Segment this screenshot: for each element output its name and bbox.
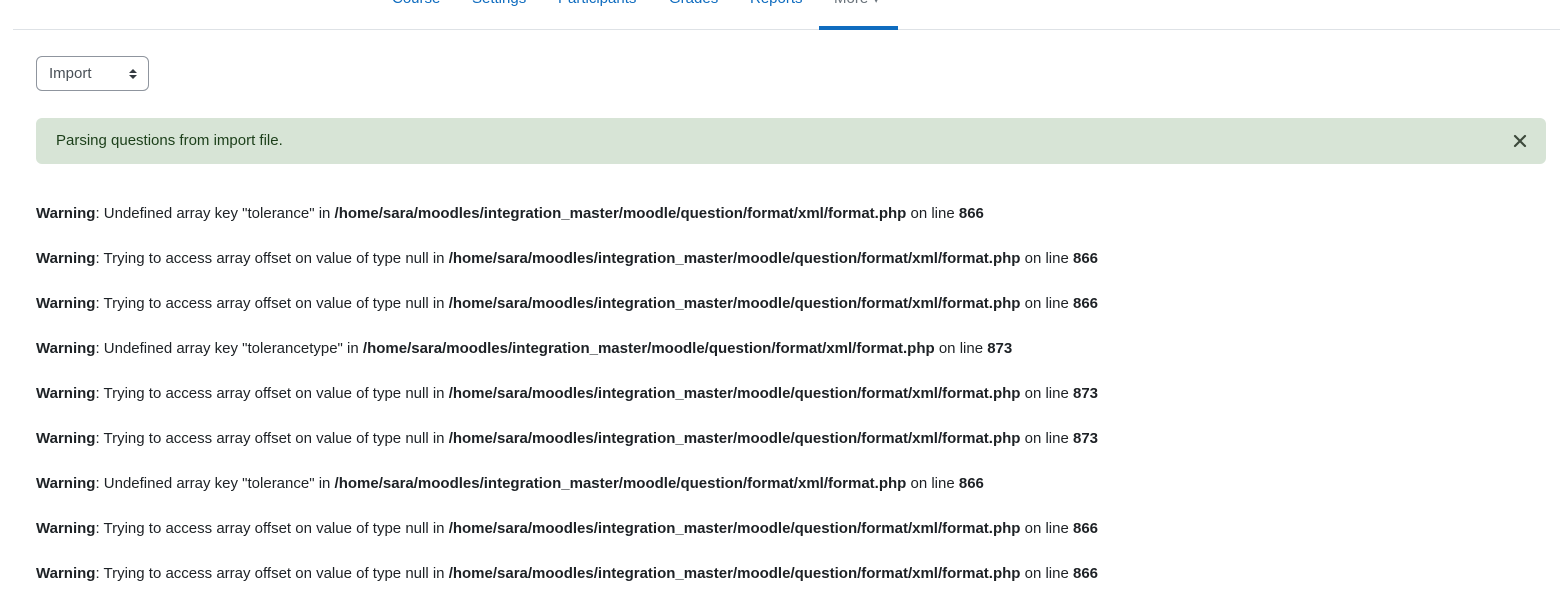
- warning-line-label: on line: [1020, 250, 1073, 267]
- warning-label: Warning: [36, 250, 96, 267]
- warning-message: Warning: Undefined array key "tolerance"…: [36, 474, 984, 494]
- warning-message: Warning: Trying to access array offset o…: [36, 294, 1098, 314]
- warning-line-number: 866: [1073, 295, 1099, 312]
- warning-line-label: on line: [906, 205, 959, 222]
- warning-line-number: 873: [1073, 385, 1099, 402]
- warning-file-path: /home/sara/moodles/integration_master/mo…: [448, 520, 1021, 537]
- warning-label: Warning: [36, 205, 96, 222]
- warning-text: : Trying to access array offset on value…: [95, 520, 449, 537]
- tab-more[interactable]: More ▾: [834, 0, 880, 9]
- warning-line-label: on line: [1020, 520, 1073, 537]
- warning-message: Warning: Undefined array key "tolerance"…: [36, 204, 984, 224]
- active-tab-indicator: [819, 26, 898, 30]
- warning-line-label: on line: [1020, 295, 1073, 312]
- warning-line-number: 866: [1073, 250, 1099, 267]
- tab-course[interactable]: Course: [392, 0, 440, 9]
- tab-participants[interactable]: Participants: [558, 0, 636, 9]
- warning-file-path: /home/sara/moodles/integration_master/mo…: [448, 250, 1021, 267]
- warning-message: Warning: Trying to access array offset o…: [36, 564, 1098, 584]
- warning-text: : Trying to access array offset on value…: [95, 250, 449, 267]
- warning-message: Warning: Undefined array key "tolerancet…: [36, 339, 1012, 359]
- warning-text: : Undefined array key "tolerance" in: [95, 205, 335, 222]
- warning-line-number: 866: [958, 205, 984, 222]
- warning-label: Warning: [36, 475, 96, 492]
- import-status-alert: Parsing questions from import file.: [36, 118, 1546, 164]
- warning-file-path: /home/sara/moodles/integration_master/mo…: [334, 205, 907, 222]
- warning-text: : Trying to access array offset on value…: [95, 430, 449, 447]
- warning-label: Warning: [36, 565, 96, 582]
- warning-label: Warning: [36, 520, 96, 537]
- warning-line-label: on line: [906, 475, 959, 492]
- warning-line-number: 873: [987, 340, 1013, 357]
- warning-message: Warning: Trying to access array offset o…: [36, 249, 1098, 269]
- warning-text: : Undefined array key "tolerance" in: [95, 475, 335, 492]
- warning-line-label: on line: [1020, 565, 1073, 582]
- warning-file-path: /home/sara/moodles/integration_master/mo…: [362, 340, 935, 357]
- warning-file-path: /home/sara/moodles/integration_master/mo…: [448, 565, 1021, 582]
- close-icon[interactable]: [1513, 134, 1527, 148]
- warning-line-number: 873: [1073, 430, 1099, 447]
- warning-text: : Trying to access array offset on value…: [95, 565, 449, 582]
- select-value: Import: [49, 65, 92, 82]
- warning-line-number: 866: [958, 475, 984, 492]
- warning-line-label: on line: [934, 340, 988, 357]
- warning-label: Warning: [36, 340, 96, 357]
- warning-label: Warning: [36, 295, 96, 312]
- warning-line-number: 866: [1073, 520, 1099, 537]
- tab-settings[interactable]: Settings: [472, 0, 526, 9]
- warning-line-number: 866: [1073, 565, 1099, 582]
- tab-grades[interactable]: Grades: [669, 0, 718, 9]
- warning-message: Warning: Trying to access array offset o…: [36, 519, 1098, 539]
- warning-file-path: /home/sara/moodles/integration_master/mo…: [448, 430, 1021, 447]
- alert-message: Parsing questions from import file.: [56, 132, 283, 149]
- warning-line-label: on line: [1020, 385, 1073, 402]
- warning-line-label: on line: [1020, 430, 1073, 447]
- warning-text: : Trying to access array offset on value…: [95, 385, 449, 402]
- warning-file-path: /home/sara/moodles/integration_master/mo…: [334, 475, 907, 492]
- sort-arrows-icon: [129, 69, 137, 79]
- warning-file-path: /home/sara/moodles/integration_master/mo…: [448, 295, 1021, 312]
- warning-label: Warning: [36, 385, 96, 402]
- tab-reports[interactable]: Reports: [750, 0, 803, 9]
- secondary-navigation: Course Settings Participants Grades Repo…: [13, 0, 1560, 30]
- question-bank-action-select[interactable]: Import: [36, 56, 149, 91]
- warning-text: : Undefined array key "tolerancetype" in: [95, 340, 363, 357]
- warning-text: : Trying to access array offset on value…: [95, 295, 449, 312]
- warning-message: Warning: Trying to access array offset o…: [36, 429, 1098, 449]
- warning-file-path: /home/sara/moodles/integration_master/mo…: [448, 385, 1021, 402]
- warning-label: Warning: [36, 430, 96, 447]
- warning-message: Warning: Trying to access array offset o…: [36, 384, 1098, 404]
